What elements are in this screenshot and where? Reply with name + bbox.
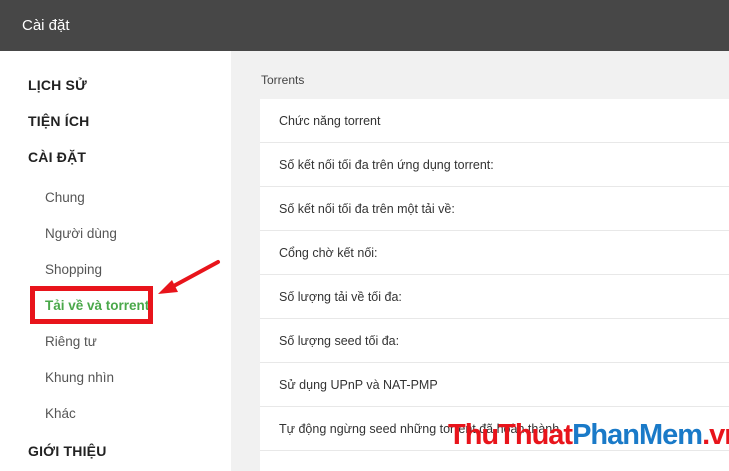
main-panel: Torrents Chức năng torrent Số kết nối tố… <box>231 51 729 471</box>
setting-row-torrent-function[interactable]: Chức năng torrent <box>260 99 729 143</box>
setting-row-max-connections-download[interactable]: Số kết nối tối đa trên một tải về: <box>260 187 729 231</box>
sidebar-item-privacy[interactable]: Riêng tư <box>45 334 97 349</box>
highlight-box <box>30 286 153 324</box>
sidebar-section-extensions[interactable]: TIỆN ÍCH <box>28 113 90 129</box>
window-titlebar: Cài đặt <box>0 0 729 51</box>
setting-row-max-connections-app[interactable]: Số kết nối tối đa trên ứng dụng torrent: <box>260 143 729 187</box>
watermark-part-3: .vn <box>702 419 729 451</box>
setting-row-max-downloads[interactable]: Số lượng tải về tối đa: <box>260 275 729 319</box>
sidebar-section-settings[interactable]: CÀI ĐẶT <box>28 149 86 165</box>
setting-label: Sử dụng UPnP và NAT-PMP <box>279 377 438 392</box>
sidebar-item-other[interactable]: Khác <box>45 406 76 421</box>
setting-label: Số lượng seed tối đa: <box>279 333 400 348</box>
sidebar-item-view[interactable]: Khung nhìn <box>45 370 114 385</box>
setting-label: Số lượng tải về tối đa: <box>279 289 402 304</box>
setting-label: Số kết nối tối đa trên ứng dụng torrent: <box>279 157 494 172</box>
window-title: Cài đặt <box>22 17 70 34</box>
setting-label: Cổng chờ kết nối: <box>279 245 378 260</box>
setting-label: Chức năng torrent <box>279 113 381 128</box>
sidebar-item-users[interactable]: Người dùng <box>45 226 117 241</box>
setting-label: Số kết nối tối đa trên một tải về: <box>279 201 455 216</box>
sidebar-section-history[interactable]: LỊCH SỬ <box>28 77 87 93</box>
sidebar-section-about[interactable]: GIỚI THIỆU <box>28 443 107 459</box>
sidebar-item-general[interactable]: Chung <box>45 190 85 205</box>
sidebar-item-shopping[interactable]: Shopping <box>45 262 102 277</box>
setting-row-upnp-natpmp[interactable]: Sử dụng UPnP và NAT-PMP <box>260 363 729 407</box>
section-title-torrents: Torrents <box>261 73 305 87</box>
watermark-logo: ThuThuatPhanMem.vn <box>448 419 729 452</box>
watermark-part-1: ThuThuat <box>448 419 573 451</box>
settings-card: Chức năng torrent Số kết nối tối đa trên… <box>260 99 729 471</box>
setting-row-max-seeds[interactable]: Số lượng seed tối đa: <box>260 319 729 363</box>
setting-row-listen-port[interactable]: Cổng chờ kết nối: <box>260 231 729 275</box>
arrow-pointer-icon <box>158 260 220 294</box>
watermark-part-2: PhanMem <box>572 419 703 451</box>
